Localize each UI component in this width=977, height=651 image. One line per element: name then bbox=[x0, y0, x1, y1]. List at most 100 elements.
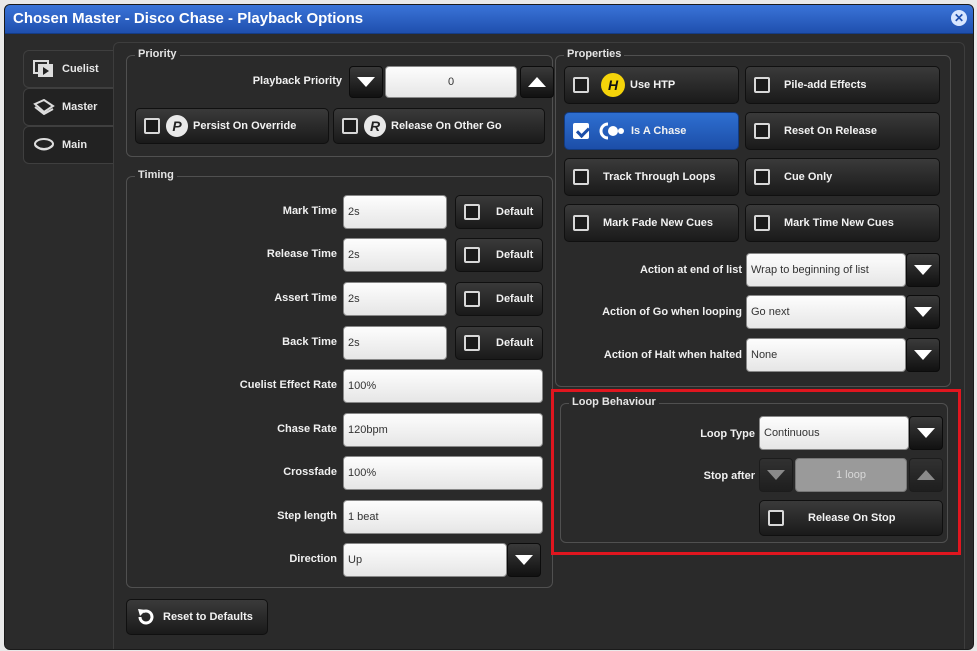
track-through-loops-label: Track Through Loops bbox=[603, 171, 716, 183]
cuelist-effect-rate-label: Cuelist Effect Rate bbox=[239, 379, 337, 391]
loop-behaviour-legend: Loop Behaviour bbox=[569, 396, 659, 408]
action-halt-select[interactable]: None bbox=[746, 338, 906, 372]
action-end-select[interactable]: Wrap to beginning of list bbox=[746, 253, 906, 287]
mark-time-field[interactable]: 2s bbox=[343, 195, 447, 229]
mark-fade-new-cues-label: Mark Fade New Cues bbox=[603, 217, 714, 229]
direction-label: Direction bbox=[289, 553, 337, 565]
chevron-down-icon bbox=[767, 470, 785, 480]
action-end-dropdown-button[interactable] bbox=[906, 253, 940, 287]
mark-time-new-cues-toggle[interactable]: Mark Time New Cues bbox=[745, 204, 940, 242]
direction-select[interactable]: Up bbox=[343, 543, 507, 577]
chevron-up-icon bbox=[917, 470, 935, 480]
action-halt-label: Action of Halt when halted bbox=[603, 349, 742, 361]
release-on-other-go-toggle[interactable]: R Release On Other Go bbox=[333, 108, 545, 144]
reset-to-defaults-button[interactable]: Reset to Defaults bbox=[126, 599, 268, 635]
playback-priority-label: Playback Priority bbox=[252, 75, 342, 87]
cuelist-icon bbox=[32, 60, 56, 77]
priority-group: Priority Playback Priority 0 P Persist O… bbox=[126, 48, 554, 157]
step-length-field[interactable]: 1 beat bbox=[343, 500, 543, 534]
assert-time-label: Assert Time bbox=[274, 292, 337, 304]
timing-legend: Timing bbox=[135, 169, 177, 181]
mark-time-label: Mark Time bbox=[282, 205, 337, 217]
checkbox bbox=[464, 247, 480, 263]
chevron-down-icon bbox=[914, 307, 932, 317]
playback-options-window: Chosen Master - Disco Chase - Playback O… bbox=[4, 4, 974, 650]
chase-rate-field[interactable]: 120bpm bbox=[343, 413, 543, 447]
assert-time-field[interactable]: 2s bbox=[343, 282, 447, 316]
pile-add-effects-toggle[interactable]: Pile-add Effects bbox=[745, 66, 940, 104]
is-a-chase-label: Is A Chase bbox=[631, 125, 687, 137]
persist-on-override-toggle[interactable]: P Persist On Override bbox=[135, 108, 329, 144]
chase-icon bbox=[599, 121, 625, 141]
direction-dropdown-button[interactable] bbox=[507, 543, 541, 577]
chevron-down-icon bbox=[914, 350, 932, 360]
cue-only-toggle[interactable]: Cue Only bbox=[745, 158, 940, 196]
window-title: Chosen Master - Disco Chase - Playback O… bbox=[13, 10, 364, 27]
release-time-default-toggle[interactable]: Default bbox=[455, 238, 543, 272]
stop-after-field[interactable]: 1 loop bbox=[795, 458, 907, 492]
reset-on-release-toggle[interactable]: Reset On Release bbox=[745, 112, 940, 150]
loop-type-dropdown-button[interactable] bbox=[909, 416, 943, 450]
priority-legend: Priority bbox=[135, 48, 180, 60]
checkbox bbox=[768, 510, 784, 526]
priority-decrement-button[interactable] bbox=[349, 66, 383, 98]
persist-on-override-label: Persist On Override bbox=[193, 120, 297, 132]
back-time-default-toggle[interactable]: Default bbox=[455, 326, 543, 360]
chevron-up-icon bbox=[528, 77, 546, 87]
tab-label: Cuelist bbox=[62, 63, 99, 75]
reset-on-release-label: Reset On Release bbox=[784, 125, 877, 137]
use-htp-label: Use HTP bbox=[630, 79, 676, 91]
default-label: Default bbox=[496, 293, 534, 305]
mark-time-default-toggle[interactable]: Default bbox=[455, 195, 543, 229]
release-on-stop-toggle[interactable]: Release On Stop bbox=[759, 500, 943, 536]
main-icon bbox=[32, 137, 56, 153]
action-go-select[interactable]: Go next bbox=[746, 295, 906, 329]
checkbox bbox=[754, 169, 770, 185]
checkbox bbox=[464, 204, 480, 220]
cuelist-effect-rate-field[interactable]: 100% bbox=[343, 369, 543, 403]
loop-type-select[interactable]: Continuous bbox=[759, 416, 909, 450]
release-r-icon: R bbox=[364, 115, 386, 137]
crossfade-field[interactable]: 100% bbox=[343, 456, 543, 490]
is-a-chase-toggle[interactable]: Is A Chase bbox=[564, 112, 739, 150]
release-time-label: Release Time bbox=[266, 248, 337, 260]
side-tabs: Cuelist Master Main bbox=[23, 50, 115, 210]
action-end-label: Action at end of list bbox=[639, 264, 742, 276]
mark-fade-new-cues-toggle[interactable]: Mark Fade New Cues bbox=[564, 204, 739, 242]
reset-to-defaults-label: Reset to Defaults bbox=[163, 611, 253, 623]
close-icon[interactable]: ✕ bbox=[951, 10, 967, 26]
use-htp-toggle[interactable]: H Use HTP bbox=[564, 66, 739, 104]
back-time-field[interactable]: 2s bbox=[343, 326, 447, 360]
properties-group: Properties H Use HTP Pile-add Effects Is… bbox=[555, 48, 951, 387]
checkbox-checked bbox=[573, 123, 589, 139]
checkbox bbox=[754, 77, 770, 93]
mark-time-new-cues-label: Mark Time New Cues bbox=[784, 217, 894, 229]
stop-after-label: Stop after bbox=[703, 470, 755, 482]
checkbox bbox=[573, 169, 589, 185]
action-halt-dropdown-button[interactable] bbox=[906, 338, 940, 372]
tab-main[interactable]: Main bbox=[23, 126, 115, 164]
priority-increment-button[interactable] bbox=[520, 66, 554, 98]
playback-priority-field[interactable]: 0 bbox=[385, 66, 517, 98]
chase-rate-label: Chase Rate bbox=[277, 423, 337, 435]
checkbox bbox=[754, 123, 770, 139]
tab-cuelist[interactable]: Cuelist bbox=[23, 50, 115, 88]
tab-master[interactable]: Master bbox=[23, 88, 115, 126]
stop-after-increment-button[interactable] bbox=[909, 458, 943, 492]
release-on-other-go-label: Release On Other Go bbox=[391, 120, 502, 132]
window-body: Cuelist Master Main Priority Playback Pr… bbox=[5, 34, 973, 649]
master-icon bbox=[32, 99, 56, 115]
action-go-dropdown-button[interactable] bbox=[906, 295, 940, 329]
timing-group: Timing Mark Time 2s Default Release Time… bbox=[126, 169, 553, 588]
chevron-down-icon bbox=[917, 428, 935, 438]
track-through-loops-toggle[interactable]: Track Through Loops bbox=[564, 158, 739, 196]
tab-label: Master bbox=[62, 101, 98, 113]
pile-add-effects-label: Pile-add Effects bbox=[784, 79, 867, 91]
assert-time-default-toggle[interactable]: Default bbox=[455, 282, 543, 316]
chevron-down-icon bbox=[914, 265, 932, 275]
checkbox bbox=[464, 335, 480, 351]
step-length-label: Step length bbox=[277, 510, 337, 522]
stop-after-decrement-button[interactable] bbox=[759, 458, 793, 492]
release-time-field[interactable]: 2s bbox=[343, 238, 447, 272]
htp-icon: H bbox=[601, 73, 625, 97]
